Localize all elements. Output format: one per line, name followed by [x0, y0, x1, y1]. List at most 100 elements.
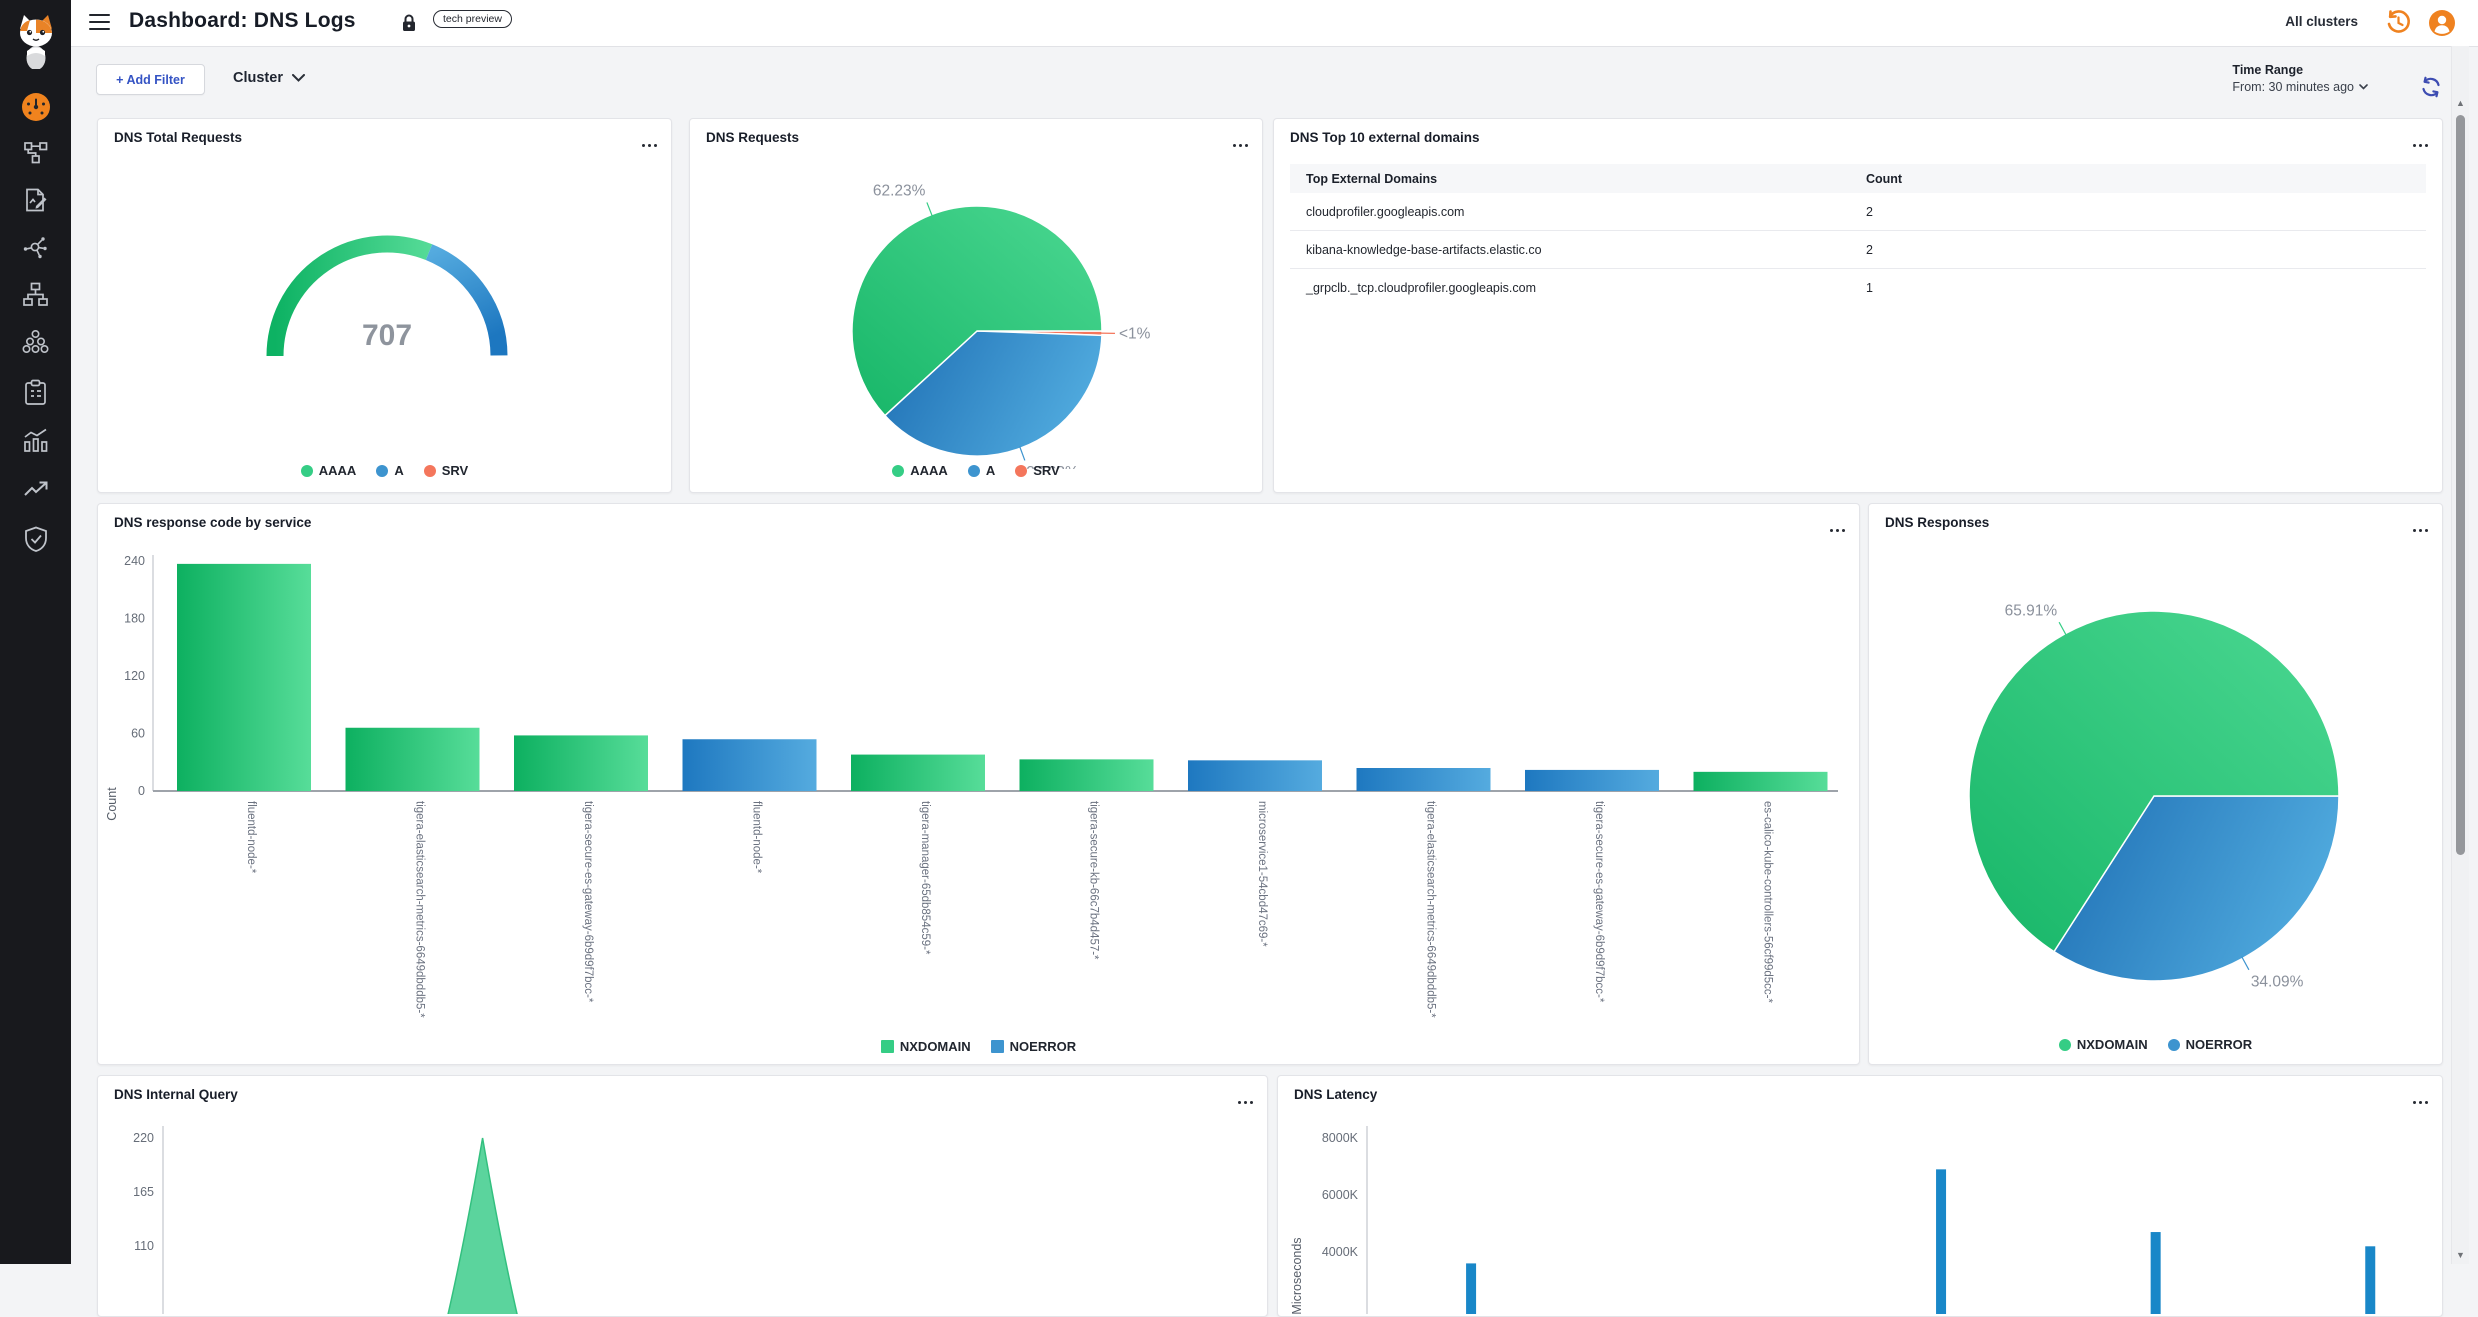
menu-icon[interactable]: [89, 14, 110, 31]
pie-label-leader: [2242, 957, 2249, 970]
scroll-down-arrow[interactable]: ▼: [2455, 1250, 2466, 1260]
panel-dns-total-requests: DNS Total Requests 707 AAAAASRV: [97, 118, 672, 493]
tech-preview-badge: tech preview: [433, 10, 512, 28]
pie-slice-label: 62.23%: [873, 183, 926, 200]
legend-label: SRV: [442, 463, 469, 478]
panel-title: DNS Requests: [706, 130, 799, 145]
latency-bar[interactable]: [2365, 1246, 2375, 1314]
panel-menu-button[interactable]: [1226, 134, 1248, 144]
legend-item-A[interactable]: A: [968, 463, 995, 478]
sidebar-item-flow-visualizations[interactable]: [0, 134, 71, 172]
bar-tigera-elasticsearch-metrics-6649dbddb5-*[interactable]: [1357, 768, 1491, 791]
gauge-center-value: 707: [362, 319, 412, 352]
panel-menu-button[interactable]: [2406, 134, 2428, 144]
y-axis-tick: 8000K: [1322, 1131, 1359, 1145]
legend-item-A[interactable]: A: [376, 463, 403, 478]
sidebar-item-policies[interactable]: [0, 181, 71, 219]
legend-item-NXDOMAIN[interactable]: NXDOMAIN: [2059, 1037, 2148, 1052]
legend-item-NOERROR[interactable]: NOERROR: [991, 1039, 1076, 1054]
x-axis-category-label: tigera-elasticsearch-metrics-6649dbddb5-…: [414, 801, 426, 1018]
cell-count: 1: [1866, 281, 2426, 295]
legend-marker: [2059, 1039, 2071, 1051]
page-title: Dashboard: DNS Logs: [129, 9, 356, 33]
sidebar-item-compliance-reports[interactable]: [0, 373, 71, 411]
y-axis-tick: 4000K: [1322, 1245, 1359, 1259]
y-axis-tick: 0: [138, 784, 145, 798]
left-nav-sidebar: [0, 0, 71, 1264]
table-row[interactable]: cloudprofiler.googleapis.com2: [1290, 193, 2426, 231]
y-axis-tick: 60: [131, 727, 145, 741]
scrollbar-thumb[interactable]: [2456, 115, 2465, 855]
gauge-chart: 707: [98, 149, 671, 469]
panel-dns-internal-query: DNS Internal Query 220165110: [97, 1075, 1268, 1317]
sidebar-item-trends[interactable]: [0, 471, 71, 509]
sidebar-item-clusters[interactable]: [0, 322, 71, 360]
bar-tigera-manager-65db854c59-*[interactable]: [851, 755, 985, 791]
legend-marker: [376, 465, 388, 477]
time-range-control[interactable]: Time Range From: 30 minutes ago: [2232, 63, 2368, 94]
panel-menu-button[interactable]: [2406, 519, 2428, 529]
legend-item-AAAA[interactable]: AAAA: [892, 463, 948, 478]
panel-menu-button[interactable]: [635, 134, 657, 144]
bar-fluentd-node-*[interactable]: [683, 739, 817, 791]
pie-slice-label: 65.91%: [2005, 603, 2058, 620]
cluster-dropdown[interactable]: Cluster: [233, 70, 305, 86]
latency-bar[interactable]: [1936, 1169, 1946, 1314]
panel-title: DNS Internal Query: [114, 1087, 238, 1102]
legend-item-NOERROR[interactable]: NOERROR: [2168, 1037, 2252, 1052]
pie-chart: 34.09%65.91%: [1869, 534, 2442, 1039]
gauge-arc-A[interactable]: [429, 252, 499, 355]
all-clusters-selector[interactable]: All clusters: [2285, 14, 2358, 29]
legend-item-SRV[interactable]: SRV: [1015, 463, 1060, 478]
legend-label: NXDOMAIN: [900, 1039, 971, 1054]
sidebar-item-network-topology[interactable]: [0, 275, 71, 313]
user-avatar-icon[interactable]: [2428, 9, 2456, 42]
sidebar-item-security[interactable]: [0, 520, 71, 558]
refresh-button[interactable]: [2420, 76, 2442, 103]
legend-item-NXDOMAIN[interactable]: NXDOMAIN: [881, 1039, 971, 1054]
pie-chart: <1%37.62%62.23%: [690, 149, 1262, 469]
legend-marker: [881, 1040, 894, 1053]
top-bar: Dashboard: DNS Logs tech preview All clu…: [71, 0, 2478, 47]
x-axis-category-label: tigera-secure-kb-66c7b4d457-*: [1088, 801, 1100, 960]
table-row[interactable]: kibana-knowledge-base-artifacts.elastic.…: [1290, 231, 2426, 269]
scroll-up-arrow[interactable]: ▲: [2455, 98, 2466, 108]
panel-dns-responses: DNS Responses 34.09%65.91% NXDOMAINNOERR…: [1868, 503, 2443, 1065]
bar-tigera-secure-es-gateway-6b9d9f7bcc-*[interactable]: [1525, 770, 1659, 791]
bar-fluentd-node-*[interactable]: [177, 564, 311, 791]
legend-item-SRV[interactable]: SRV: [424, 463, 469, 478]
legend-marker: [1015, 465, 1027, 477]
vertical-scrollbar[interactable]: ▲ ▼: [2451, 46, 2469, 1264]
legend-label: NOERROR: [1010, 1039, 1076, 1054]
panel-title: DNS Top 10 external domains: [1290, 130, 1480, 145]
bar-microservice1-54cbd47c69-*[interactable]: [1188, 760, 1322, 791]
latency-bar[interactable]: [2151, 1232, 2161, 1314]
y-axis-tick: 6000K: [1322, 1188, 1359, 1202]
cell-domain: kibana-knowledge-base-artifacts.elastic.…: [1290, 243, 1866, 257]
calico-cat-logo[interactable]: [0, 8, 71, 72]
trend-arrow-icon: [22, 478, 50, 502]
sidebar-item-dashboard[interactable]: [0, 86, 71, 128]
x-axis-category-label: microservice1-54cbd47c69-*: [1256, 801, 1268, 947]
table-row[interactable]: _grpclb._tcp.cloudprofiler.googleapis.co…: [1290, 269, 2426, 306]
external-domains-table: Top External Domains Countcloudprofiler.…: [1290, 164, 2426, 306]
area-series-peak[interactable]: [439, 1138, 527, 1314]
legend-item-AAAA[interactable]: AAAA: [301, 463, 357, 478]
sidebar-item-statistics[interactable]: [0, 421, 71, 459]
bar-tigera-secure-kb-66c7b4d457-*[interactable]: [1020, 759, 1154, 791]
add-filter-button[interactable]: + Add Filter: [96, 64, 205, 95]
bar-tigera-secure-es-gateway-6b9d9f7bcc-*[interactable]: [514, 735, 648, 791]
service-graph-icon: [22, 234, 49, 261]
flow-viz-icon: [23, 140, 49, 166]
policies-icon: [23, 187, 49, 213]
bar-tigera-elasticsearch-metrics-6649dbddb5-*[interactable]: [346, 728, 480, 791]
cell-count: 2: [1866, 205, 2426, 219]
history-icon[interactable]: [2385, 9, 2412, 41]
time-range-label: Time Range: [2232, 63, 2368, 77]
sidebar-item-service-graph[interactable]: [0, 228, 71, 266]
bar-es-calico-kube-controllers-56cf99d5cc-*[interactable]: [1694, 772, 1828, 791]
time-range-value: From: 30 minutes ago: [2232, 80, 2354, 94]
latency-bar[interactable]: [1466, 1263, 1476, 1314]
legend-label: AAAA: [910, 463, 948, 478]
panel-dns-response-code-by-service: DNS response code by service 24018012060…: [97, 503, 1860, 1065]
